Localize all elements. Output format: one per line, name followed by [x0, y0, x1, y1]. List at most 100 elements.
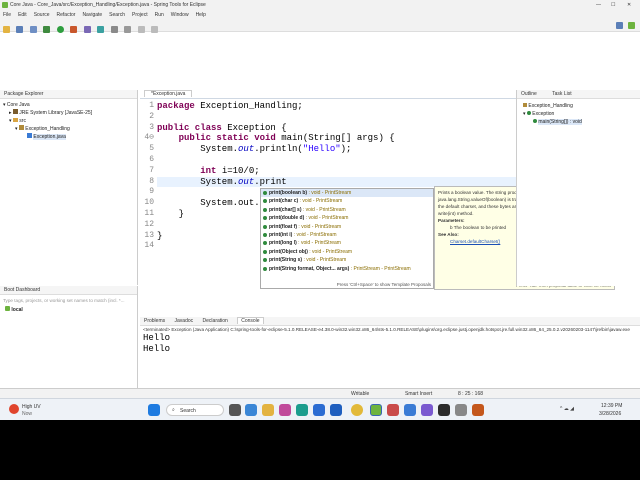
coverage-icon[interactable]	[70, 26, 78, 33]
code-line[interactable]: 4⊖ public static void main(String[] args…	[144, 133, 516, 144]
word-icon[interactable]	[330, 404, 342, 416]
taskbar-search[interactable]: ⌕ Search	[166, 404, 224, 416]
mail-icon[interactable]	[387, 404, 399, 416]
camera-icon[interactable]	[472, 404, 484, 416]
completion-item[interactable]: print(String s) : void - PrintStream	[261, 256, 433, 264]
tab-outline[interactable]: Outline	[521, 91, 537, 97]
menu-help[interactable]: Help	[196, 12, 206, 18]
new-icon[interactable]	[3, 26, 10, 33]
completion-return: : void - PrintStream	[292, 231, 337, 238]
tree-item-jre[interactable]: ▸ JRE System Library [JavaSE-25]	[3, 109, 137, 117]
local-target-icon	[5, 306, 10, 311]
folder-icon	[12, 118, 18, 122]
menu-navigate[interactable]: Navigate	[82, 12, 102, 18]
menu-bar: File Edit Source Refactor Navigate Search Proj…	[0, 10, 640, 20]
colorful-app-icon[interactable]	[279, 404, 291, 416]
menu-search[interactable]: Search	[109, 12, 125, 18]
forward-icon[interactable]	[150, 26, 158, 33]
save-icon[interactable]	[16, 26, 24, 33]
minimize-button[interactable]: —	[596, 2, 601, 8]
run-icon[interactable]	[56, 26, 64, 33]
tray-icons[interactable]: ^ ☁ ◢	[560, 406, 574, 412]
java-file-icon	[27, 133, 32, 138]
completion-item[interactable]: print(String format, Object... args) : P…	[261, 265, 433, 273]
code-line[interactable]: 5 System.out.println("Hello");	[149, 144, 516, 155]
boot-local-item[interactable]: local	[0, 306, 137, 314]
menu-source[interactable]: Source	[34, 12, 50, 18]
tree-item-package[interactable]: ▾ Exception_Handling	[3, 125, 137, 133]
code-text: System.out.println("Hello");	[157, 144, 352, 155]
package-explorer-tab[interactable]: Package Explorer	[0, 90, 137, 99]
code-line[interactable]: 2	[149, 112, 516, 123]
completion-return: : void - PrintStream	[301, 206, 346, 213]
open-type-icon[interactable]	[110, 26, 118, 33]
code-line[interactable]: 3 public class Exception {	[149, 123, 516, 134]
search-icon[interactable]	[124, 26, 132, 33]
outline-class[interactable]: ▾ Exception	[523, 110, 640, 118]
tab-console[interactable]: Console	[237, 317, 264, 324]
perspective-java-icon[interactable]	[616, 22, 623, 29]
perspective-spring-icon[interactable]	[628, 22, 635, 29]
code-line[interactable]: 7 int i=10/0;	[149, 166, 516, 177]
tree-item-src[interactable]: ▾ src	[3, 117, 137, 125]
completion-item[interactable]: print(char[] s) : void - PrintStream	[261, 206, 433, 214]
terminal-icon[interactable]	[438, 404, 450, 416]
weather-sub: Now	[22, 411, 33, 417]
content-assist-popup[interactable]: print(boolean b) : void - PrintStream pri…	[260, 188, 434, 289]
code-text: public static void main(String[] args) {	[178, 133, 395, 144]
editor-tab[interactable]: *Exception.java	[140, 90, 516, 99]
completion-item[interactable]: print(double d) : void - PrintStream	[261, 214, 433, 222]
tree-item-project[interactable]: ▾ Core Java	[3, 101, 137, 109]
file-explorer-icon[interactable]	[262, 404, 274, 416]
clock-time: 12:39 PM	[601, 403, 623, 409]
menu-project[interactable]: Project	[132, 12, 148, 18]
search-icon: ⌕	[172, 407, 175, 413]
menu-edit[interactable]: Edit	[18, 12, 27, 18]
code-line[interactable]: 1 package Exception_Handling;	[149, 101, 516, 112]
weather-icon[interactable]	[9, 404, 19, 414]
line-number: 10	[144, 198, 154, 208]
widgets-icon[interactable]	[245, 404, 257, 416]
completion-return: : void - PrintStream	[304, 215, 349, 222]
tree-item-file[interactable]: Exception.java	[3, 133, 137, 141]
completion-item[interactable]: print(long l) : void - PrintStream	[261, 239, 433, 247]
outline-package[interactable]: Exception_Handling	[523, 102, 640, 110]
task-view-icon[interactable]	[229, 404, 241, 416]
start-icon[interactable]	[148, 404, 160, 416]
new-java-project-icon[interactable]	[83, 26, 91, 33]
maximize-button[interactable]: ☐	[611, 2, 615, 8]
menu-refactor[interactable]: Refactor	[57, 12, 76, 18]
console-body[interactable]: <terminated> Exception (Java Application…	[140, 326, 640, 388]
completion-item[interactable]: print(float f) : void - PrintStream	[261, 223, 433, 231]
completion-item[interactable]: print(char c) : void - PrintStream	[261, 197, 433, 205]
completion-item[interactable]: print(int i) : void - PrintStream	[261, 231, 433, 239]
tab-declaration[interactable]: Declaration	[203, 318, 228, 324]
tab-task-list[interactable]: Task List	[552, 91, 571, 97]
outline-panel: Outline Task List Exception_Handling ▾ E…	[516, 90, 640, 286]
paint-icon[interactable]	[421, 404, 433, 416]
debug-icon[interactable]	[43, 26, 51, 33]
save-all-icon[interactable]	[29, 26, 37, 33]
completion-item[interactable]: print(boolean b) : void - PrintStream	[261, 189, 433, 198]
window-title: Core Java - Core_Java/src/Exception_Hand…	[10, 2, 206, 8]
line-number: 6	[149, 154, 154, 164]
settings-icon[interactable]	[455, 404, 467, 416]
boot-dashboard-tab[interactable]: Boot Dashboard	[0, 286, 137, 295]
code-line[interactable]: 6	[149, 155, 516, 166]
menu-window[interactable]: Window	[171, 12, 189, 18]
completion-item[interactable]: print(Object obj) : void - PrintStream	[261, 248, 433, 256]
new-class-icon[interactable]	[97, 26, 105, 33]
close-button[interactable]: ✕	[627, 2, 631, 8]
edge-icon[interactable]	[296, 404, 308, 416]
store-icon[interactable]	[313, 404, 325, 416]
boot-filter-input[interactable]: Type tags, projects, or working set name…	[0, 295, 137, 306]
menu-run[interactable]: Run	[155, 12, 164, 18]
menu-file[interactable]: File	[3, 12, 11, 18]
back-icon[interactable]	[137, 26, 145, 33]
tab-problems[interactable]: Problems	[144, 318, 165, 324]
tab-javadoc[interactable]: Javadoc	[175, 318, 194, 324]
outline-method[interactable]: main(String[]) : void	[523, 118, 640, 126]
photos-icon[interactable]	[404, 404, 416, 416]
sts-icon[interactable]	[370, 404, 382, 416]
chrome-icon[interactable]	[351, 404, 363, 416]
